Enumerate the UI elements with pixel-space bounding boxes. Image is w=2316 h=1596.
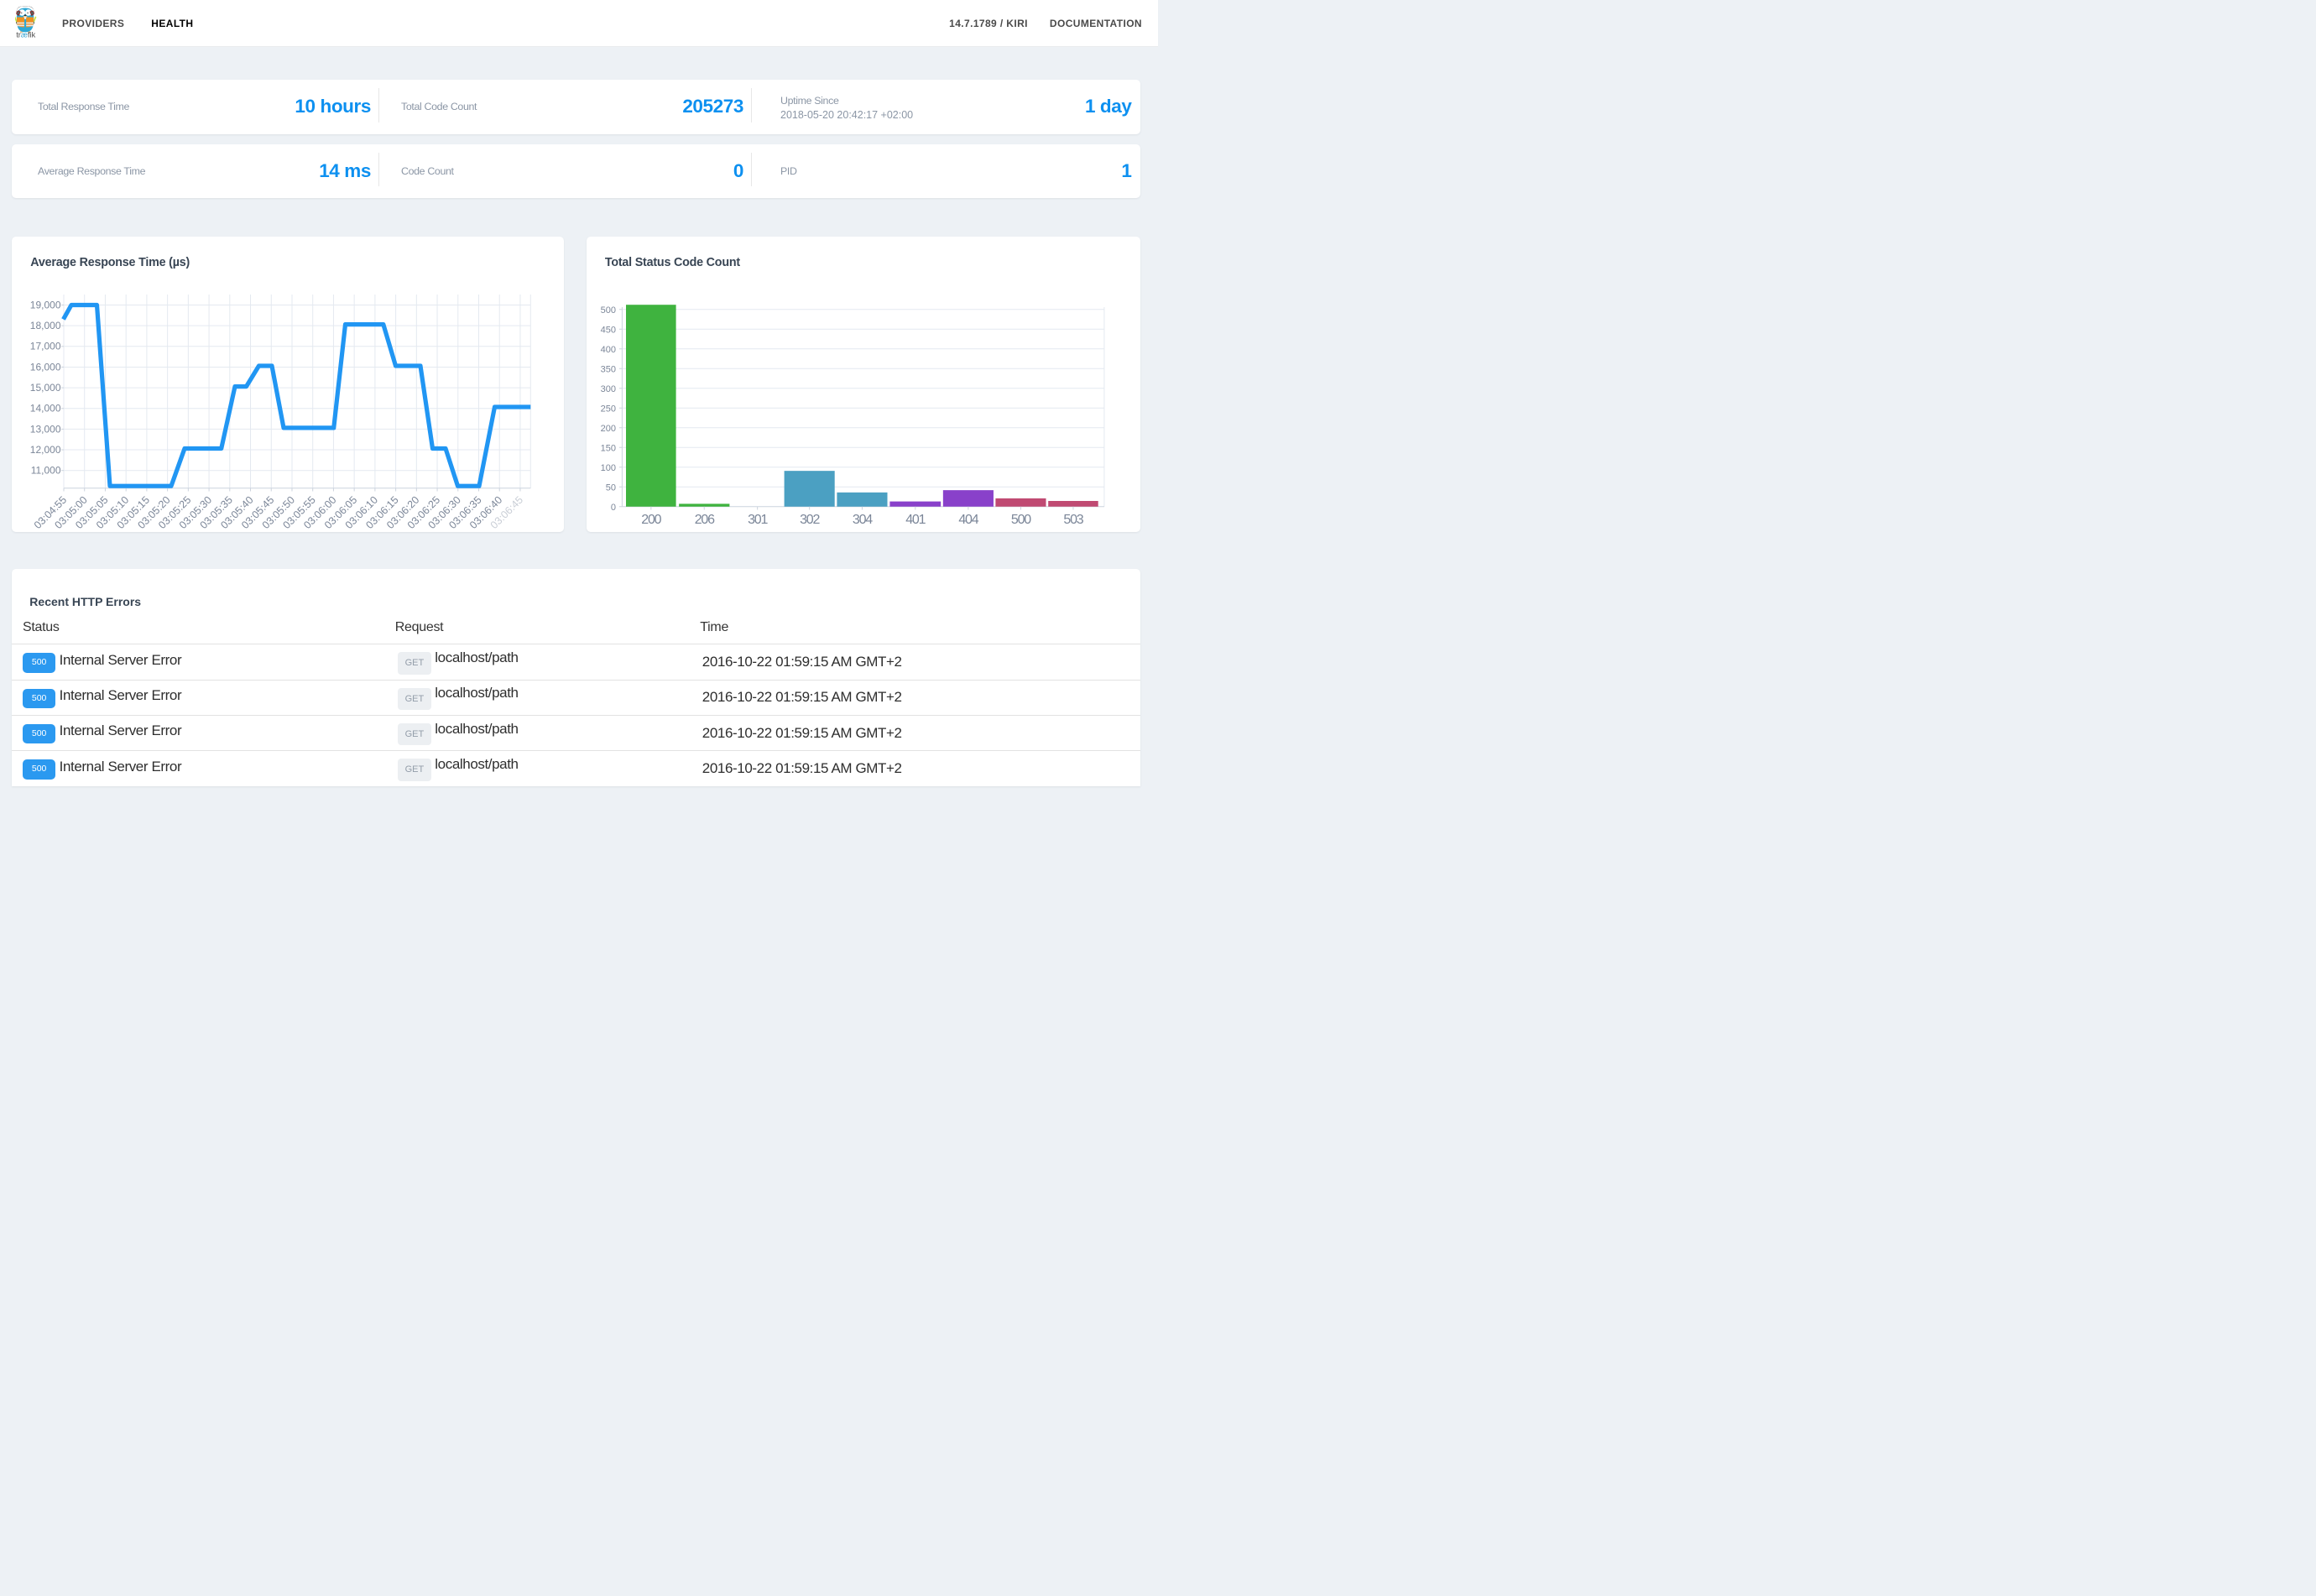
svg-text:301: 301 <box>748 513 768 527</box>
svg-text:15,000: 15,000 <box>30 382 61 394</box>
svg-text:16,000: 16,000 <box>30 361 61 373</box>
svg-text:150: 150 <box>600 443 615 453</box>
svg-text:500: 500 <box>1010 513 1030 527</box>
svg-text:11,000: 11,000 <box>31 465 61 477</box>
svg-text:17,000: 17,000 <box>30 341 61 352</box>
svg-text:400: 400 <box>600 345 615 355</box>
svg-text:500: 500 <box>600 305 615 316</box>
svg-text:401: 401 <box>905 513 926 527</box>
svg-text:100: 100 <box>600 463 615 473</box>
svg-text:450: 450 <box>600 325 615 335</box>
svg-text:200: 200 <box>600 424 615 434</box>
svg-text:træfik: træfik <box>16 30 35 39</box>
svg-text:250: 250 <box>600 404 615 414</box>
svg-text:14,000: 14,000 <box>30 403 61 415</box>
svg-text:300: 300 <box>600 384 615 394</box>
svg-text:503: 503 <box>1063 513 1083 527</box>
svg-text:200: 200 <box>641 513 661 527</box>
svg-text:350: 350 <box>600 364 615 374</box>
svg-text:0: 0 <box>610 503 615 513</box>
svg-text:50: 50 <box>605 482 615 493</box>
svg-text:12,000: 12,000 <box>30 444 61 456</box>
svg-text:206: 206 <box>694 513 714 527</box>
svg-text:302: 302 <box>800 513 820 527</box>
svg-text:404: 404 <box>958 513 978 527</box>
svg-text:18,000: 18,000 <box>30 320 61 331</box>
svg-text:19,000: 19,000 <box>30 299 61 310</box>
svg-text:304: 304 <box>852 513 872 527</box>
svg-text:13,000: 13,000 <box>30 423 61 435</box>
